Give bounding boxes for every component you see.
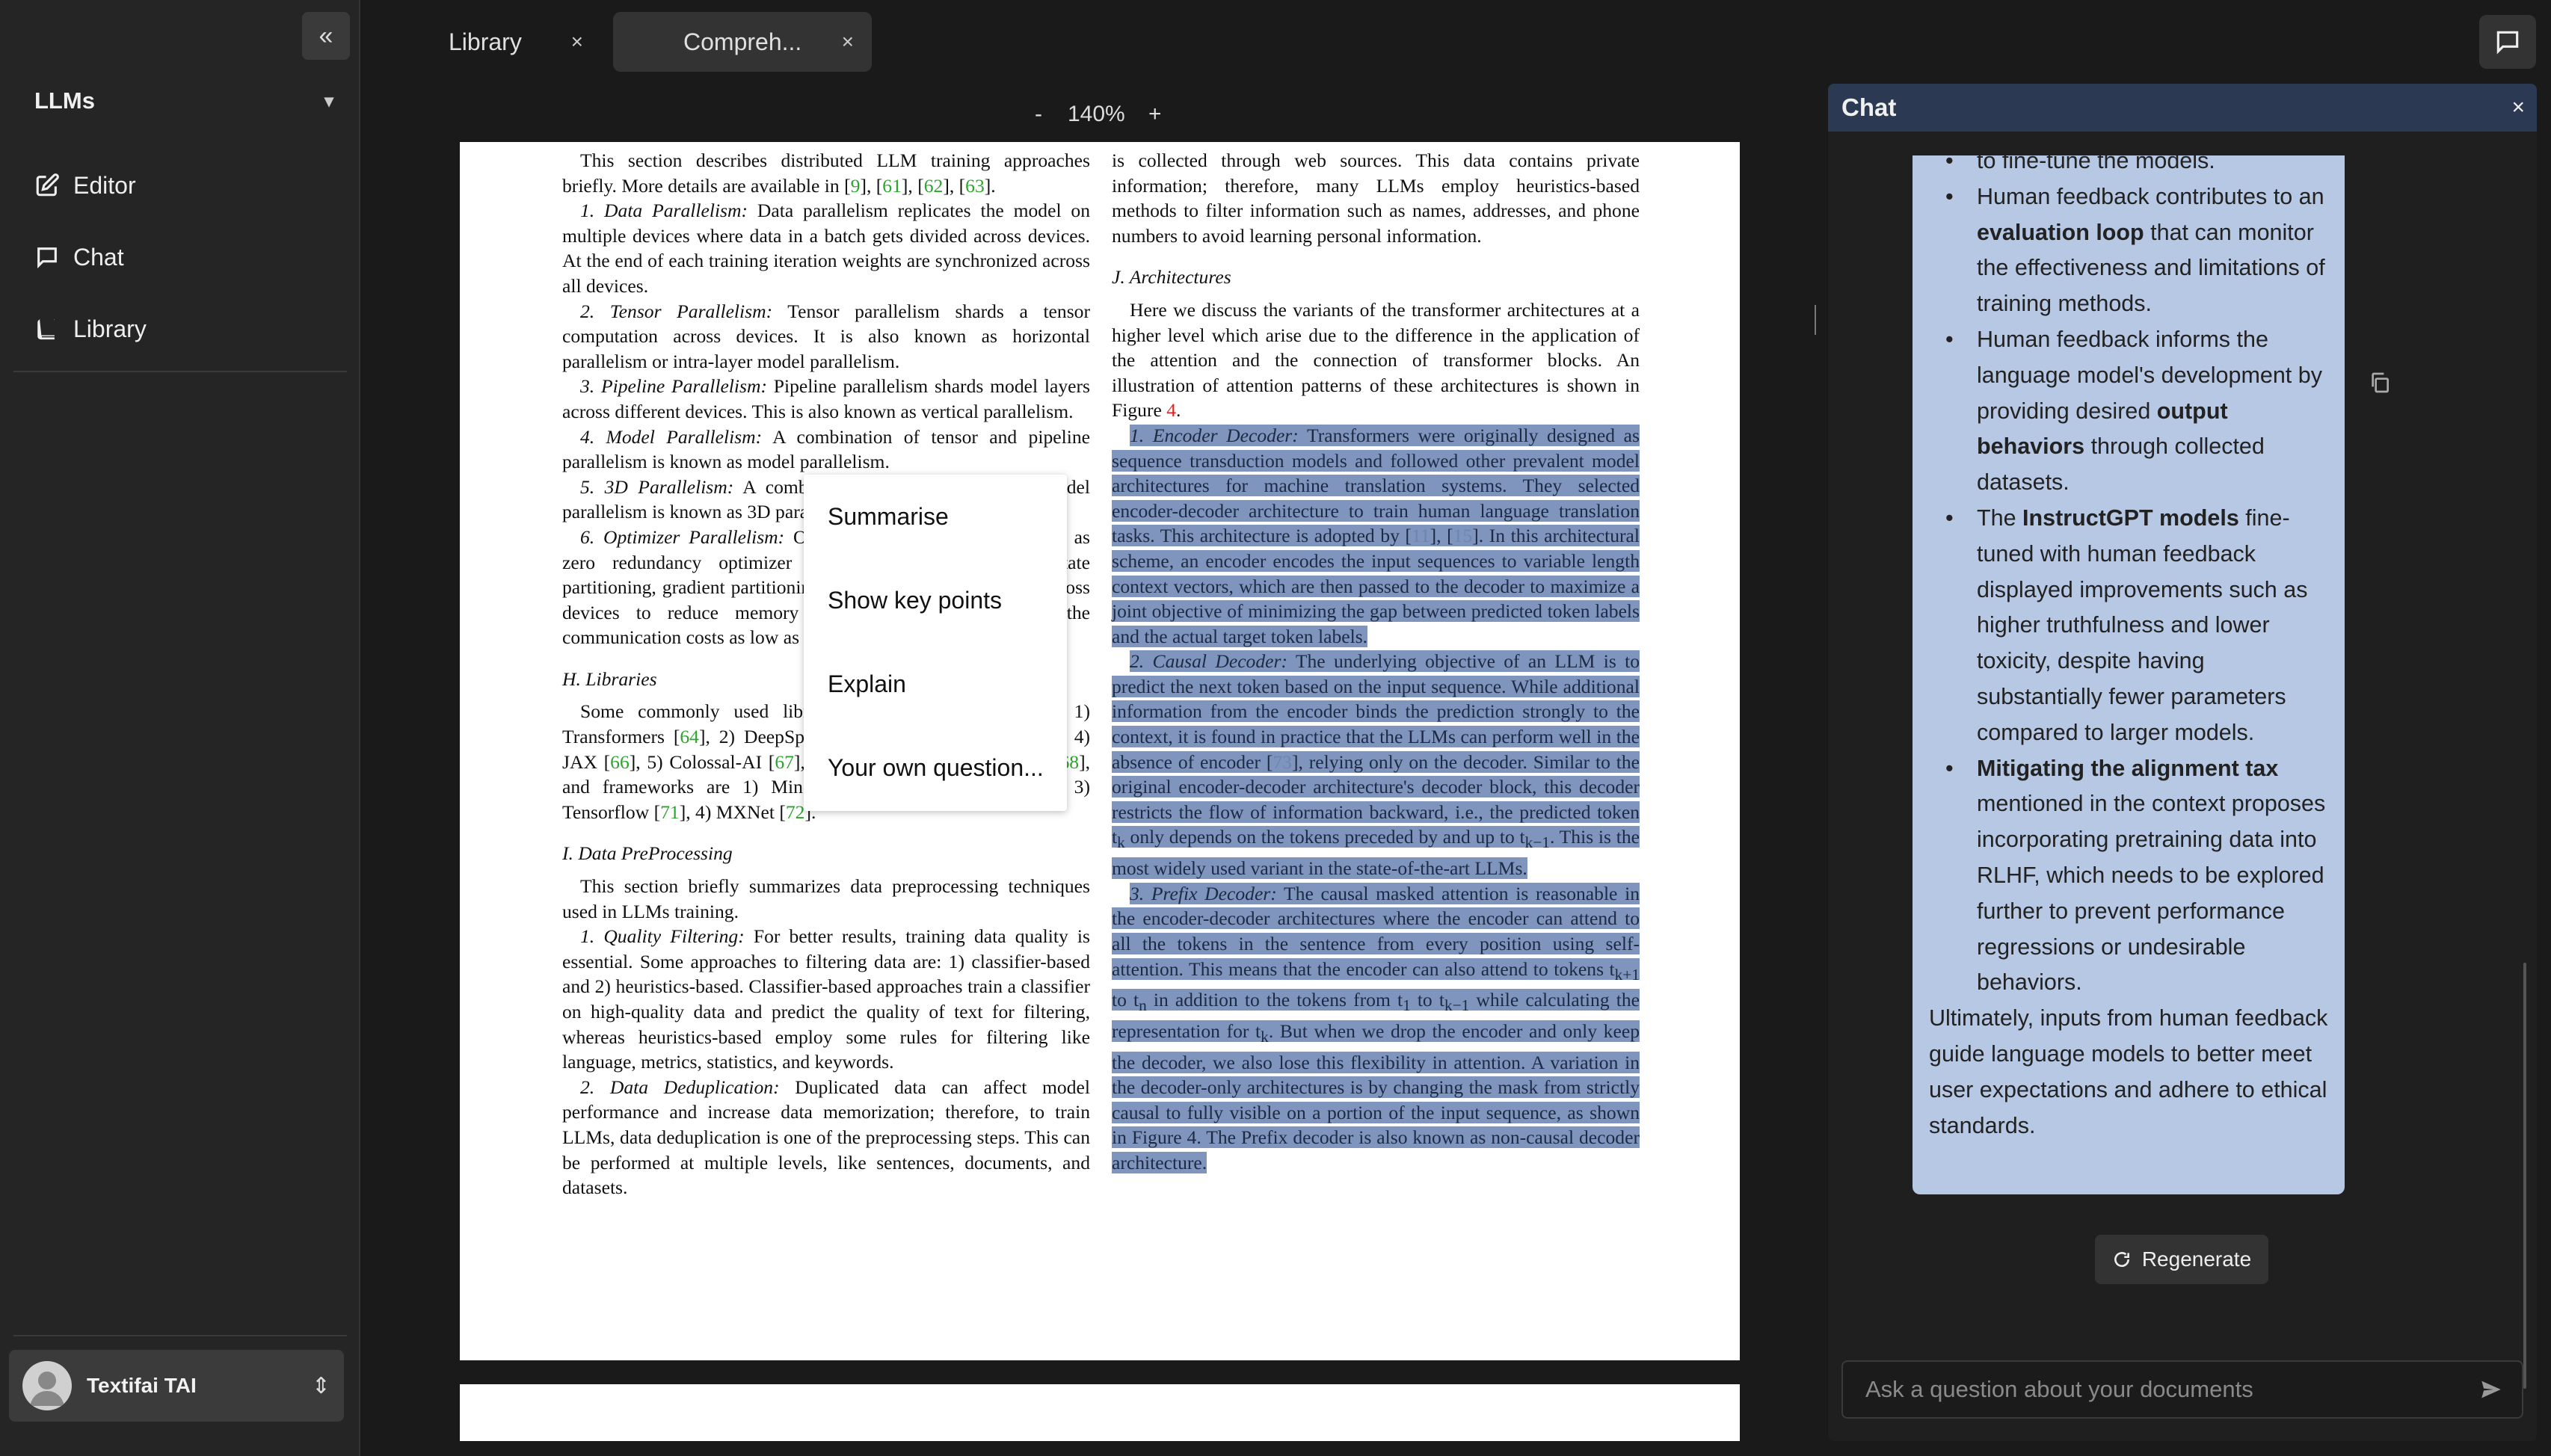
panel-resize-handle[interactable] (1815, 305, 1816, 335)
regenerate-label: Regenerate (2141, 1247, 2252, 1271)
paragraph: is collected through web sources. This d… (1112, 149, 1640, 247)
edit-icon (36, 173, 59, 197)
user-menu[interactable]: Textifai TAI ⇕ (9, 1350, 344, 1422)
regenerate-button[interactable]: Regenerate (2095, 1235, 2268, 1284)
chat-bubble-icon (37, 247, 57, 269)
chevron-down-icon: ▾ (324, 90, 333, 111)
list-item: The InstructGPT models fine-tuned with h… (1929, 501, 2333, 751)
user-icon (30, 1372, 64, 1406)
document-page[interactable]: This section describes distributed LLM t… (460, 142, 1740, 1360)
copy-icon[interactable] (2368, 371, 2392, 395)
tab-label: Library (449, 28, 522, 55)
sidebar-item-chat[interactable]: Chat (34, 235, 333, 280)
paragraph: 1. Data Parallelism: Data parallelism re… (562, 200, 1090, 297)
send-icon[interactable] (2478, 1377, 2504, 1402)
list-item: Human feedback informs the language mode… (1929, 322, 2333, 501)
document-column-right: is collected through web sources. This d… (1112, 148, 1640, 1176)
avatar (22, 1361, 72, 1410)
menu-item-own-question[interactable]: Your own question... (804, 726, 1067, 809)
paragraph: 4. Model Parallelism: A combination of t… (562, 425, 1090, 473)
paragraph: This section briefly summarizes data pre… (562, 875, 1090, 922)
section-heading: I. Data PreProcessing (562, 842, 733, 865)
close-tab-icon[interactable]: × (571, 30, 583, 54)
sidebar-divider (13, 371, 347, 372)
refresh-icon (2114, 1252, 2129, 1268)
list-item: Mitigating the alignment tax mentioned i… (1929, 751, 2333, 1002)
book-icon (37, 319, 55, 340)
paragraph: 3. Pipeline Parallelism: Pipeline parall… (562, 375, 1090, 422)
close-tab-icon[interactable]: × (842, 30, 854, 54)
paragraph: This section describes distributed LLM t… (562, 149, 1090, 197)
list-item: to fine-tune the models. (1929, 155, 2333, 179)
list-item: Human feedback contributes to an evaluat… (1929, 179, 2333, 322)
workspace-name: LLMs (34, 87, 95, 114)
user-name: Textifai TAI (87, 1374, 197, 1397)
sidebar-item-label: Library (73, 315, 147, 342)
chat-input-box (1841, 1360, 2523, 1419)
paragraph: Here we discuss the variants of the tran… (1112, 298, 1640, 422)
paragraph: 3. Prefix Decoder: The causal masked att… (1112, 882, 1640, 1173)
zoom-in-button[interactable]: + (1148, 97, 1162, 132)
collapse-sidebar-button[interactable]: « (302, 12, 350, 60)
paragraph: 1. Quality Filtering: For better results… (562, 925, 1090, 1073)
menu-item-summarise[interactable]: Summarise (804, 475, 1067, 558)
sidebar-item-editor[interactable]: Editor (34, 163, 333, 208)
zoom-out-button[interactable]: - (1035, 97, 1042, 132)
chat-panel: Chat × to fine-tune the models.Human fee… (1828, 84, 2537, 1441)
paragraph: 2. Data Deduplication: Duplicated data c… (562, 1076, 1090, 1199)
chat-input[interactable] (1865, 1376, 2478, 1403)
paragraph: 1. Encoder Decoder: Transformers were or… (1112, 424, 1640, 647)
tab-document[interactable]: Compreh... × (613, 12, 872, 72)
chat-title: Chat (1841, 93, 1897, 121)
chevrons-left-icon: « (319, 21, 333, 50)
app-root: « LLMs ▾ Editor Chat Library Textifai TA… (0, 0, 2551, 1456)
menu-item-key-points[interactable]: Show key points (804, 558, 1067, 642)
assistant-message: to fine-tune the models.Human feedback c… (1913, 155, 2345, 1194)
tab-library[interactable]: Library × (449, 12, 583, 72)
chat-bubble-icon (2496, 31, 2519, 55)
tab-label: Compreh... (683, 28, 802, 55)
sidebar-divider (13, 1335, 347, 1336)
zoom-level: 140% (1068, 102, 1125, 126)
workspace-selector[interactable]: LLMs ▾ (34, 82, 333, 120)
section-heading: J. Architectures (1112, 266, 1231, 289)
chat-scrollbar[interactable] (2523, 963, 2526, 1389)
menu-item-explain[interactable]: Explain (804, 642, 1067, 726)
context-menu: Summarise Show key points Explain Your o… (804, 475, 1067, 811)
chevron-up-down-icon: ⇕ (311, 1373, 330, 1398)
sidebar-item-library[interactable]: Library (34, 306, 333, 351)
sidebar-item-label: Editor (73, 171, 136, 199)
close-chat-icon[interactable]: × (2511, 95, 2525, 120)
document-next-page (460, 1384, 1740, 1441)
sidebar: « LLMs ▾ Editor Chat Library Textifai TA… (0, 0, 360, 1456)
sidebar-item-label: Chat (73, 243, 124, 271)
paragraph: 2. Tensor Parallelism: Tensor parallelis… (562, 300, 1090, 372)
paragraph: 2. Causal Decoder: The underlying object… (1112, 650, 1640, 880)
chat-header: Chat × (1828, 84, 2537, 132)
chat-toggle-button[interactable] (2479, 15, 2536, 69)
